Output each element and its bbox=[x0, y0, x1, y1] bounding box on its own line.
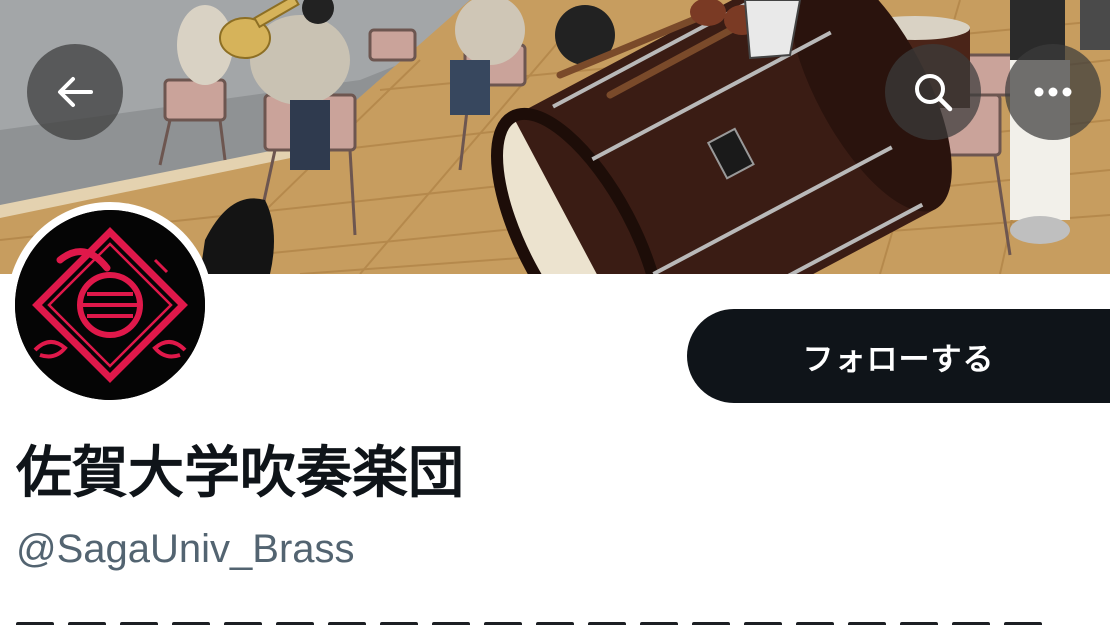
back-button[interactable] bbox=[27, 44, 123, 140]
more-horizontal-icon bbox=[1034, 87, 1072, 97]
profile-page: フォローする 佐賀大学吹奏楽団 @SagaUniv_Brass bbox=[0, 0, 1110, 625]
brass-emblem-logo bbox=[15, 210, 205, 400]
bio-text-cutoff bbox=[16, 616, 1096, 625]
avatar-image bbox=[15, 210, 205, 400]
follow-button[interactable]: フォローする bbox=[687, 309, 1110, 403]
search-button[interactable] bbox=[885, 44, 981, 140]
more-options-button[interactable] bbox=[1005, 44, 1101, 140]
avatar[interactable] bbox=[7, 202, 213, 408]
arrow-left-icon bbox=[58, 77, 93, 107]
username-handle: @SagaUniv_Brass bbox=[16, 527, 355, 571]
search-icon bbox=[915, 74, 953, 112]
display-name: 佐賀大学吹奏楽団 bbox=[16, 441, 464, 506]
